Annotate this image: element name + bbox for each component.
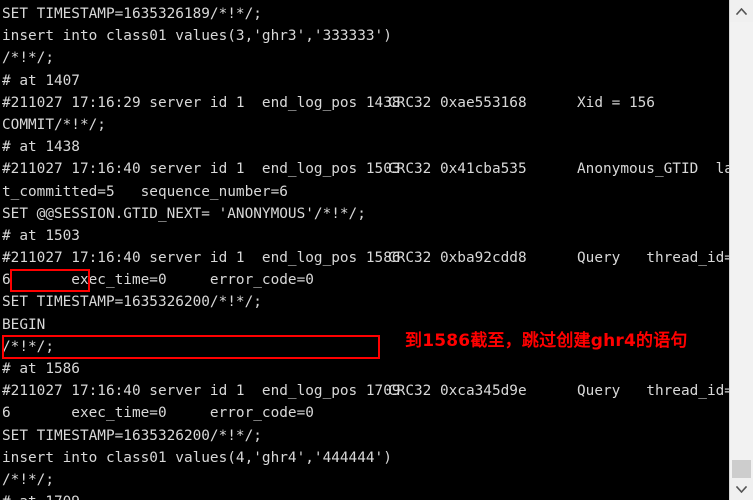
console-line: COMMIT/*!*/; [2,114,729,136]
console-line: insert into class01 values(4,'ghr4','444… [2,447,729,469]
chevron-down-icon [736,485,747,493]
console-line-crc: CRC32 0xba92cdd8 [388,250,527,267]
console-line-text: # at 1407 [2,72,80,89]
console-line-text: # at 1503 [2,227,80,244]
console-line-text: SET TIMESTAMP=1635326189/*!*/; [2,6,262,22]
console-line-text: /*!*/; [2,338,54,355]
console-line: # at 1438 [2,136,729,158]
chevron-up-icon [736,7,747,15]
console-line-event: Anonymous_GTID las [577,161,729,178]
console-line: # at 1586 [2,358,729,380]
console-line-text: #211027 17:16:40 server id 1 end_log_pos… [2,161,401,178]
console-line-text: BEGIN [2,316,46,333]
scrollbar-track[interactable] [730,22,753,486]
console-line: #211027 17:16:29 server id 1 end_log_pos… [2,92,729,114]
console-line-text: SET TIMESTAMP=1635326200/*!*/; [2,294,262,311]
console-line: #211027 17:16:40 server id 1 end_log_pos… [2,380,729,402]
console-line: # at 1407 [2,70,729,92]
console-line-text: /*!*/; [2,471,54,488]
console-line-text: insert into class01 values(3,'ghr3','333… [2,28,392,45]
console-line: SET @@SESSION.GTID_NEXT= 'ANONYMOUS'/*!*… [2,203,729,225]
console-line-text: insert into class01 values(4,'ghr4','444… [2,449,392,466]
console-line: 6 exec_time=0 error_code=0 [2,269,729,291]
console-line-event: Query thread_id=2 [577,383,729,400]
console-line: SET TIMESTAMP=1635326200/*!*/; [2,425,729,447]
console-line: SET TIMESTAMP=1635326189/*!*/; [2,3,729,25]
console-line: t_committed=5 sequence_number=6 [2,181,729,203]
console-line: # at 1709 [2,491,729,500]
console-line-crc: CRC32 0xae553168 [388,94,527,111]
scrollbar-down-button[interactable] [730,478,753,500]
console-line-text: # at 1709 [2,491,80,500]
console-line: SET TIMESTAMP=1635326200/*!*/; [2,291,729,313]
console-line-crc: CRC32 0xca345d9e [388,383,527,400]
console-line: /*!*/; [2,47,729,69]
console-line: #211027 17:16:40 server id 1 end_log_pos… [2,247,729,269]
console-line-event: Query thread_id=2 [577,250,729,267]
console-line-text: 6 exec_time=0 error_code=0 [2,272,314,289]
console-line-event: Xid = 156 [577,94,655,111]
console-line: 6 exec_time=0 error_code=0 [2,402,729,424]
console-line-text: # at 1438 [2,139,80,156]
console-output[interactable]: SET TIMESTAMP=1635326189/*!*/; insert int… [0,0,729,500]
console-line: /*!*/; [2,469,729,491]
console-line: # at 1503 [2,225,729,247]
console-line-text: SET TIMESTAMP=1635326200/*!*/; [2,427,262,444]
console-line-text: /*!*/; [2,50,54,67]
scrollbar-up-button[interactable] [730,0,753,22]
vertical-scrollbar[interactable] [729,0,753,500]
console-line-text: # at 1586 [2,361,80,377]
terminal-window: SET TIMESTAMP=1635326189/*!*/; insert int… [0,0,753,500]
console-line-text: #211027 17:16:40 server id 1 end_log_pos… [2,383,401,400]
console-line-text: #211027 17:16:29 server id 1 end_log_pos… [2,94,401,111]
console-line-crc: CRC32 0x41cba535 [388,161,527,178]
annotation-note: 到1586截至，跳过创建ghr4的语句 [405,331,688,351]
console-line-text: SET @@SESSION.GTID_NEXT= 'ANONYMOUS'/*!*… [2,205,366,222]
console-line-text: #211027 17:16:40 server id 1 end_log_pos… [2,250,401,267]
console-line-text: 6 exec_time=0 error_code=0 [2,405,314,422]
console-line-text: COMMIT/*!*/; [2,116,106,133]
console-line: insert into class01 values(3,'ghr3','333… [2,25,729,47]
console-line-text: t_committed=5 sequence_number=6 [2,183,288,200]
console-line: #211027 17:16:40 server id 1 end_log_pos… [2,158,729,180]
